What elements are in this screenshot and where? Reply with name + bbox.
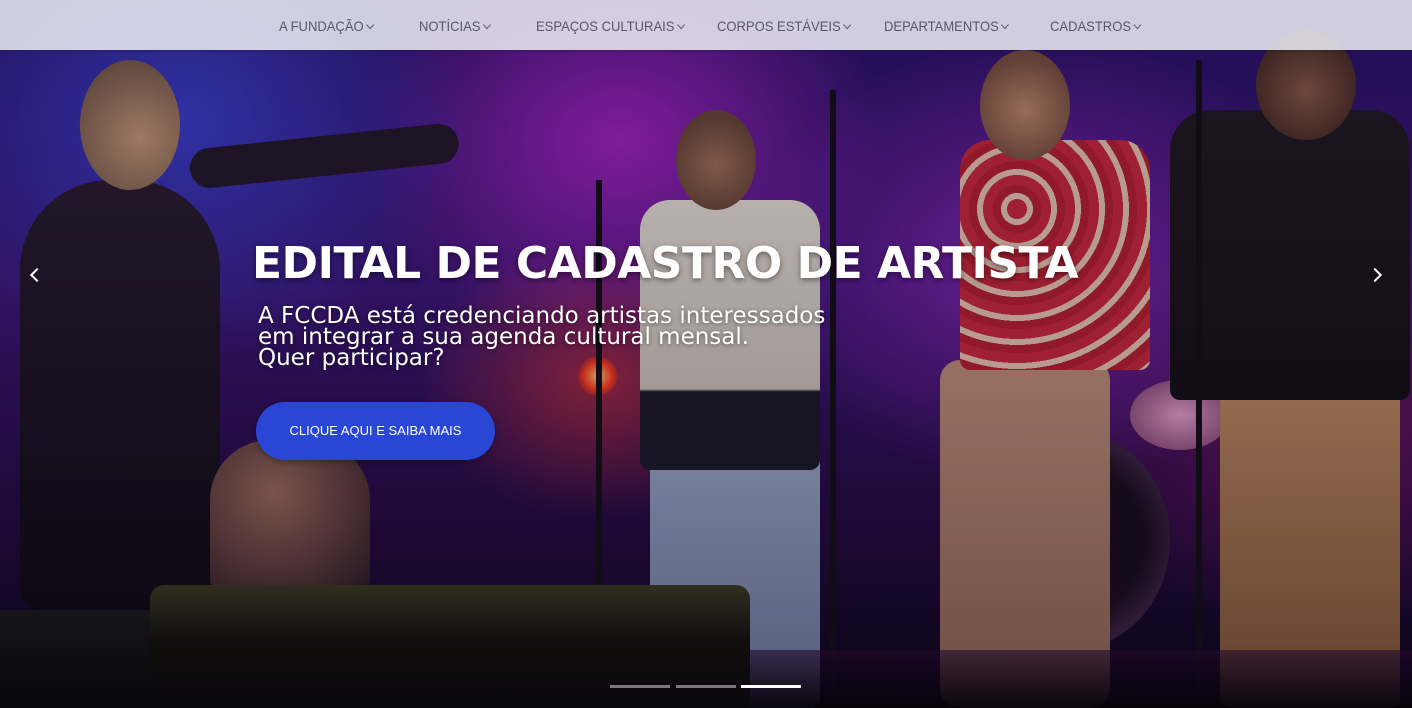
chevron-down-icon <box>677 20 685 30</box>
slide-description: A FCCDA está credenciando artistas inter… <box>258 305 825 371</box>
slide-description-line: Quer participar? <box>258 345 445 371</box>
hero-carousel: A FUNDAÇÃO NOTÍCIAS ESPAÇOS CULTURAIS CO… <box>0 0 1412 708</box>
nav-item-label: A FUNDAÇÃO <box>279 18 364 34</box>
nav-item-label: NOTÍCIAS <box>419 18 481 34</box>
chevron-down-icon <box>483 20 491 30</box>
carousel-indicator[interactable] <box>610 685 670 688</box>
nav-item-label: CORPOS ESTÁVEIS <box>717 18 841 34</box>
nav-item-espacos-culturais[interactable]: ESPAÇOS CULTURAIS <box>536 0 685 50</box>
nav-item-label: DEPARTAMENTOS <box>884 18 999 34</box>
chevron-down-icon <box>1133 20 1142 30</box>
nav-item-cadastros[interactable]: CADASTROS <box>1050 0 1142 50</box>
top-navigation: A FUNDAÇÃO NOTÍCIAS ESPAÇOS CULTURAIS CO… <box>0 0 1412 50</box>
chevron-down-icon <box>843 20 852 30</box>
carousel-indicator[interactable] <box>676 685 736 688</box>
carousel-indicator[interactable] <box>741 685 801 688</box>
slide-title: EDITAL DE CADASTRO DE ARTISTA <box>252 238 1079 289</box>
carousel-next-button[interactable] <box>1364 262 1390 288</box>
carousel-prev-button[interactable] <box>22 262 48 288</box>
chevron-down-icon <box>366 20 375 30</box>
nav-item-noticias[interactable]: NOTÍCIAS <box>419 0 491 50</box>
nav-item-departamentos[interactable]: DEPARTAMENTOS <box>884 0 1010 50</box>
nav-item-label: ESPAÇOS CULTURAIS <box>536 18 675 34</box>
cta-button[interactable]: CLIQUE AQUI E SAIBA MAIS <box>256 402 495 460</box>
nav-item-corpos-estaveis[interactable]: CORPOS ESTÁVEIS <box>717 0 852 50</box>
nav-item-a-fundacao[interactable]: A FUNDAÇÃO <box>279 0 375 50</box>
chevron-down-icon <box>1001 20 1010 30</box>
nav-item-label: CADASTROS <box>1050 18 1132 34</box>
